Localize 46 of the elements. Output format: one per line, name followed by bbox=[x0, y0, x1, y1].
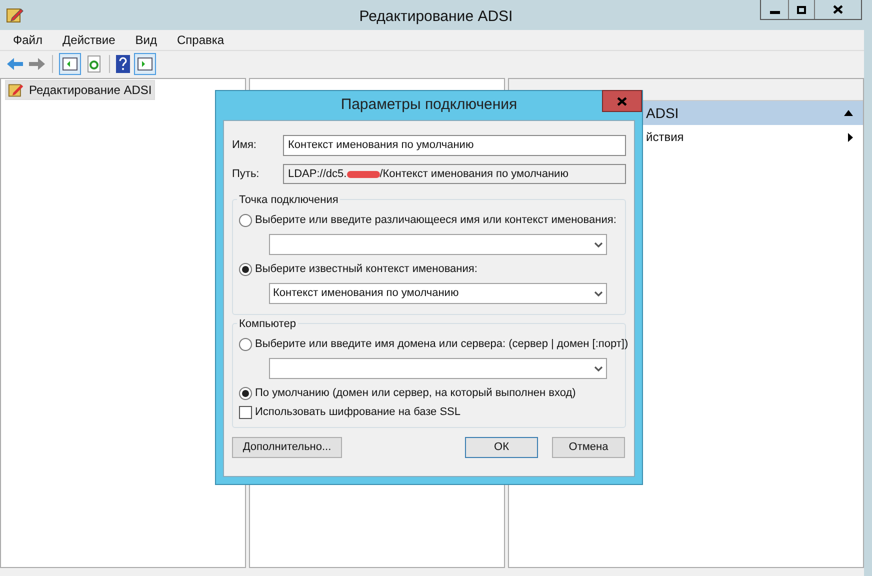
notepad-pencil-icon bbox=[6, 6, 24, 24]
radio-label: Выберите известный контекст именования: bbox=[255, 262, 478, 277]
combo-box[interactable]: Контекст именования по умолчанию bbox=[269, 283, 607, 304]
chevron-down-icon bbox=[594, 366, 603, 372]
forward-arrow-icon[interactable] bbox=[28, 56, 46, 70]
pane-toggle-icon[interactable] bbox=[134, 52, 156, 74]
radio-button[interactable] bbox=[239, 386, 252, 400]
dialog-button[interactable]: ОК bbox=[465, 437, 538, 458]
radio-label: Выберите или введите различающееся имя или контекст именования: bbox=[255, 212, 616, 228]
radio-button[interactable] bbox=[239, 262, 252, 276]
checkbox[interactable] bbox=[239, 406, 252, 418]
path-field: LDAP://dc5. /Контекст именования по умолчанию bbox=[283, 164, 626, 184]
name-field[interactable]: Контекст именования по умолчанию bbox=[283, 134, 626, 156]
combo-box[interactable] bbox=[269, 234, 607, 255]
section-title: ADSI bbox=[646, 104, 679, 122]
chevron-down-icon bbox=[594, 242, 603, 248]
field-label: Путь: bbox=[232, 166, 260, 182]
dialog-button[interactable]: Дополнительно... bbox=[232, 437, 342, 458]
radio-label: По умолчанию (домен или сервер, на который выполнен вход) bbox=[255, 386, 576, 401]
checkbox-label: Использовать шифрование на базе SSL bbox=[255, 404, 461, 420]
collapse-triangle-icon[interactable] bbox=[844, 110, 853, 116]
chevron-down-icon bbox=[594, 290, 603, 296]
menu-item[interactable]: Действие bbox=[62, 31, 116, 49]
window-title: Редактирование ADSI bbox=[358, 7, 514, 27]
group-title: Компьютер bbox=[237, 316, 298, 332]
menu-item[interactable]: Файл bbox=[13, 31, 43, 49]
radio-button[interactable] bbox=[239, 338, 252, 350]
notepad-pencil-icon bbox=[8, 82, 24, 98]
dialog-button[interactable]: Отмена bbox=[552, 437, 625, 458]
menu-item[interactable]: Справка bbox=[177, 31, 224, 49]
actions-item[interactable]: йствия bbox=[646, 128, 684, 146]
back-arrow-icon[interactable] bbox=[6, 56, 24, 70]
menu-item[interactable]: Вид bbox=[135, 31, 157, 49]
close-icon bbox=[833, 5, 843, 14]
tree-item[interactable]: Редактирование ADSI bbox=[5, 80, 155, 100]
combo-box[interactable] bbox=[269, 358, 607, 379]
radio-label: Выберите или введите имя домена или сервера: (сервер | домен [:порт]) bbox=[255, 336, 628, 352]
refresh-icon[interactable] bbox=[85, 54, 103, 72]
pane-toggle-icon[interactable] bbox=[59, 52, 81, 74]
close-icon bbox=[617, 96, 627, 106]
expand-triangle-icon bbox=[848, 132, 853, 142]
field-label: Имя: bbox=[232, 138, 258, 153]
radio-button[interactable] bbox=[239, 214, 252, 226]
dialog-title: Параметры подключения bbox=[340, 95, 518, 116]
help-icon[interactable] bbox=[116, 54, 130, 72]
group-title: Точка подключения bbox=[237, 192, 340, 208]
